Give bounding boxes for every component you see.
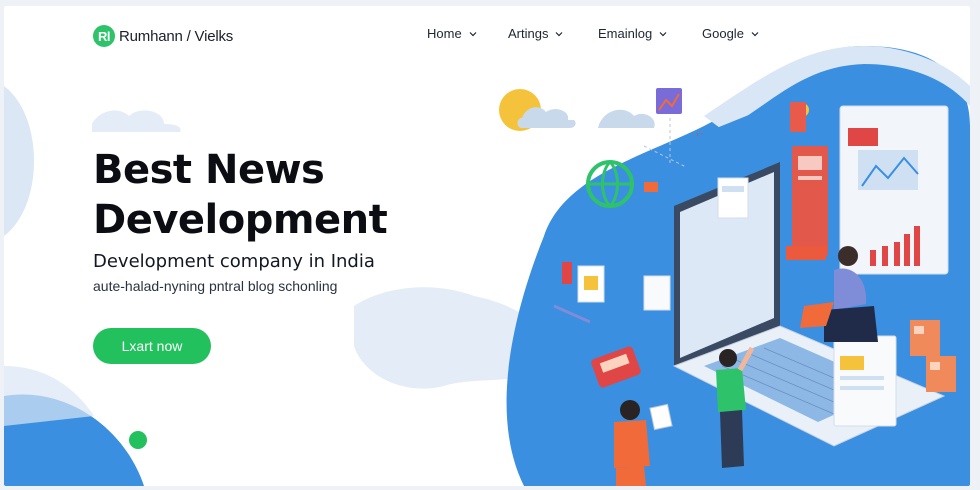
nav-item-label: Artings — [508, 26, 549, 41]
start-now-button[interactable]: Lxart now — [93, 328, 211, 364]
nav-item-home[interactable]: Home — [427, 26, 478, 41]
hero-subtitle: Development company in India — [93, 251, 375, 272]
logo-text: Rumhann / Vielks — [119, 27, 234, 45]
nav-item-artings[interactable]: Artings — [508, 26, 564, 41]
hero-illustration: IA — [499, 88, 956, 486]
hero-title-line-1: Best News — [93, 147, 325, 193]
chevron-down-icon — [469, 31, 477, 36]
hero-description: aute-halad-nyning pntral blog schonling — [93, 278, 338, 294]
nav-item-label: Home — [427, 26, 462, 41]
nav-item-emainlog[interactable]: Emainlog — [598, 26, 668, 41]
nav-item-label: Emainlog — [598, 26, 653, 41]
cloud-icon — [517, 107, 655, 128]
nav-item-google[interactable]: Google — [702, 26, 760, 41]
hero-title: Best News Development — [93, 145, 388, 245]
brand-logo[interactable]: Rl Rumhann / Vielks — [93, 25, 233, 47]
nav-item-label: Google — [702, 26, 744, 41]
chevron-down-icon — [556, 31, 563, 36]
chevron-down-icon — [659, 31, 667, 36]
chevron-down-icon — [751, 31, 759, 36]
globe-icon — [586, 160, 634, 208]
page-frame: Rl Rumhann / Vielks Home Artings Emainlo… — [4, 6, 970, 486]
hero-title-line-2: Development — [93, 197, 388, 243]
logo-badge: Rl — [93, 25, 115, 47]
